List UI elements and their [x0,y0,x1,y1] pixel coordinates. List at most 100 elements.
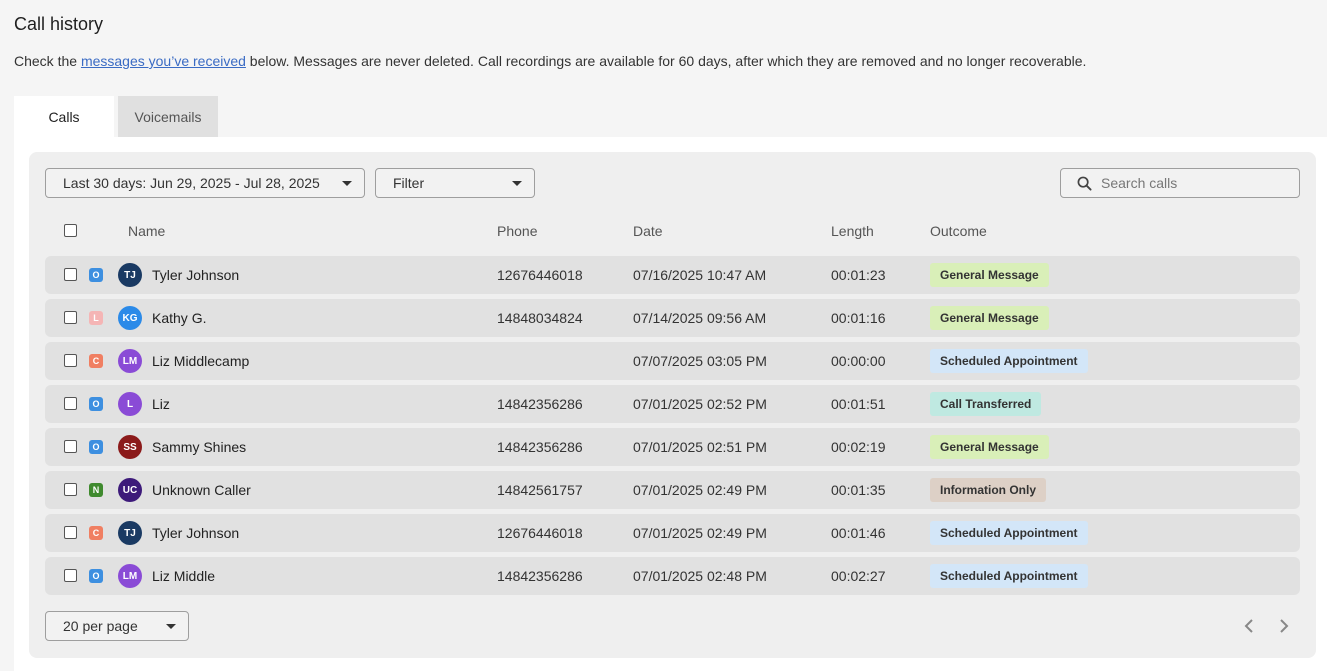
call-date: 07/01/2025 02:51 PM [633,439,767,455]
outcome-badge: Information Only [930,478,1046,502]
chevron-down-icon [512,181,522,186]
chevron-down-icon [342,181,352,186]
table-header: Name Phone Date Length Outcome [45,214,1300,246]
intro-before: Check the [14,53,81,69]
source-tag: N [89,483,103,497]
avatar: LM [118,564,142,588]
search-icon [1077,176,1092,191]
intro-after: below. Messages are never deleted. Call … [245,53,1087,69]
row-checkbox[interactable] [64,569,77,582]
caller-name[interactable]: Tyler Johnson [152,267,239,283]
phone-number: 14848034824 [497,310,583,326]
column-phone[interactable]: Phone [497,223,537,239]
source-tag: O [89,440,103,454]
avatar: SS [118,435,142,459]
call-length: 00:01:46 [831,525,886,541]
call-date: 07/01/2025 02:52 PM [633,396,767,412]
page-title: Call history [14,14,104,34]
caller-name[interactable]: Tyler Johnson [152,525,239,541]
caller-name[interactable]: Liz [152,396,170,412]
phone-number: 12676446018 [497,525,583,541]
table-row[interactable]: L KG Kathy G. 14848034824 07/14/2025 09:56 A… [45,299,1300,337]
call-date: 07/01/2025 02:48 PM [633,568,767,584]
table-row[interactable]: N UC Unknown Caller 14842561757 07/01/2025 0… [45,471,1300,509]
source-tag: O [89,569,103,583]
source-tag: C [89,526,103,540]
previous-page-button[interactable] [1238,615,1260,637]
table-row[interactable]: C TJ Tyler Johnson 12676446018 07/01/2025 02… [45,514,1300,552]
caller-name[interactable]: Liz Middle [152,568,215,584]
next-page-button[interactable] [1273,615,1295,637]
tab-voicemails[interactable]: Voicemails [118,96,218,137]
source-tag: L [89,311,103,325]
outcome-badge: Scheduled Appointment [930,564,1088,588]
row-checkbox[interactable] [64,526,77,539]
avatar: KG [118,306,142,330]
avatar: UC [118,478,142,502]
column-name[interactable]: Name [128,223,165,239]
row-checkbox[interactable] [64,354,77,367]
row-checkbox[interactable] [64,268,77,281]
row-checkbox[interactable] [64,483,77,496]
source-tag: O [89,268,103,282]
table-row[interactable]: O SS Sammy Shines 14842356286 07/01/2025 02:… [45,428,1300,466]
caller-name[interactable]: Unknown Caller [152,482,251,498]
table-row[interactable]: O L Liz 14842356286 07/01/2025 02:52 PM 00:01… [45,385,1300,423]
select-all-checkbox[interactable] [64,224,77,237]
table-row[interactable]: C LM Liz Middlecamp 07/07/2025 03:05 PM 00:0… [45,342,1300,380]
call-length: 00:01:23 [831,267,886,283]
filter-select[interactable]: Filter [375,168,535,198]
call-date: 07/01/2025 02:49 PM [633,482,767,498]
per-page-select[interactable]: 20 per page [45,611,189,641]
call-length: 00:01:51 [831,396,886,412]
row-checkbox[interactable] [64,397,77,410]
phone-number: 14842356286 [497,396,583,412]
call-length: 00:02:27 [831,568,886,584]
call-length: 00:01:16 [831,310,886,326]
calls-table-body: O TJ Tyler Johnson 12676446018 07/16/2025 10… [45,256,1300,600]
call-length: 00:01:35 [831,482,886,498]
column-outcome[interactable]: Outcome [930,223,987,239]
date-range-label: Last 30 days: Jun 29, 2025 - Jul 28, 202… [63,175,320,191]
call-length: 00:02:19 [831,439,886,455]
chevron-down-icon [166,624,176,629]
row-checkbox[interactable] [64,311,77,324]
outcome-badge: General Message [930,435,1049,459]
avatar: L [118,392,142,416]
call-length: 00:00:00 [831,353,886,369]
outcome-badge: Scheduled Appointment [930,349,1088,373]
avatar: LM [118,349,142,373]
outcome-badge: General Message [930,306,1049,330]
chevron-right-icon [1280,619,1289,633]
filter-label: Filter [393,175,425,191]
search-input[interactable] [1101,175,1281,191]
intro-text: Check the messages you’ve received below… [14,53,1086,69]
call-date: 07/14/2025 09:56 AM [633,310,767,326]
phone-number: 14842356286 [497,439,583,455]
tab-calls[interactable]: Calls [14,96,114,137]
caller-name[interactable]: Liz Middlecamp [152,353,249,369]
avatar: TJ [118,263,142,287]
caller-name[interactable]: Sammy Shines [152,439,246,455]
phone-number: 12676446018 [497,267,583,283]
search-box[interactable] [1060,168,1300,198]
source-tag: C [89,354,103,368]
avatar: TJ [118,521,142,545]
caller-name[interactable]: Kathy G. [152,310,206,326]
row-checkbox[interactable] [64,440,77,453]
outcome-badge: Scheduled Appointment [930,521,1088,545]
call-date: 07/01/2025 02:49 PM [633,525,767,541]
phone-number: 14842356286 [497,568,583,584]
date-range-select[interactable]: Last 30 days: Jun 29, 2025 - Jul 28, 202… [45,168,365,198]
outcome-badge: General Message [930,263,1049,287]
column-date[interactable]: Date [633,223,663,239]
per-page-label: 20 per page [63,618,138,634]
column-length[interactable]: Length [831,223,874,239]
messages-received-link[interactable]: messages you’ve received [81,53,246,69]
outcome-badge: Call Transferred [930,392,1042,416]
source-tag: O [89,397,103,411]
table-row[interactable]: O TJ Tyler Johnson 12676446018 07/16/2025 10… [45,256,1300,294]
table-row[interactable]: O LM Liz Middle 14842356286 07/01/2025 02:48… [45,557,1300,595]
phone-number: 14842561757 [497,482,583,498]
tab-bar: Calls Voicemails [14,96,218,137]
